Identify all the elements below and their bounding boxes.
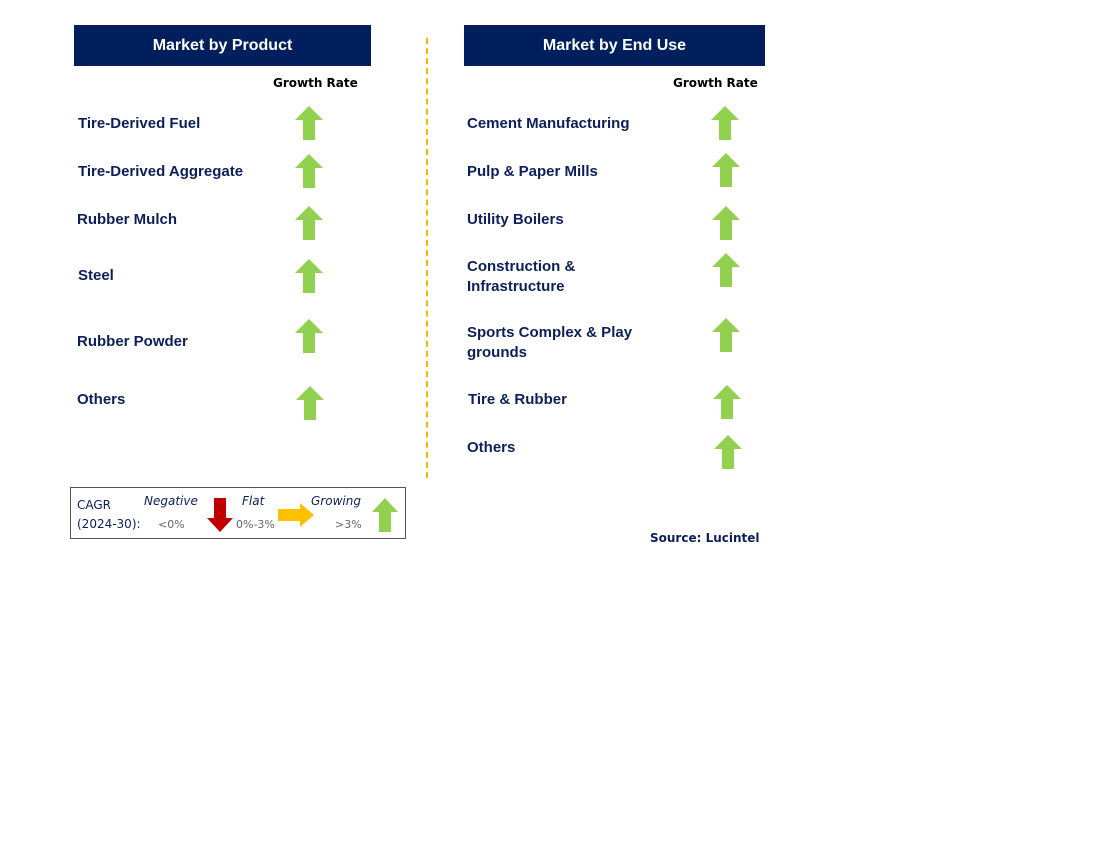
- cagr-legend: CAGR (2024-30): Negative <0% Flat 0%-3% …: [70, 487, 406, 539]
- up-arrow-icon: [295, 206, 323, 240]
- flat-range: 0%-3%: [236, 518, 275, 531]
- product-label: Rubber Powder: [77, 333, 188, 350]
- up-arrow-icon: [712, 253, 740, 287]
- negative-range: <0%: [158, 518, 185, 531]
- growth-rate-header-end-use: Growth Rate: [673, 76, 758, 90]
- end-use-label: Tire & Rubber: [468, 391, 567, 408]
- up-arrow-icon: [295, 106, 323, 140]
- up-arrow-icon: [295, 154, 323, 188]
- up-arrow-icon: [296, 386, 324, 420]
- product-label: Rubber Mulch: [77, 211, 177, 228]
- up-arrow-icon: [372, 498, 398, 532]
- end-use-label: Cement Manufacturing: [467, 115, 630, 132]
- up-arrow-icon: [713, 385, 741, 419]
- market-by-product-header: Market by Product: [74, 25, 371, 66]
- end-use-label: Sports Complex & Play grounds: [467, 324, 633, 361]
- cagr-title: CAGR: [77, 498, 112, 512]
- up-arrow-icon: [711, 106, 739, 140]
- cagr-period: (2024-30):: [77, 517, 141, 531]
- up-arrow-icon: [714, 435, 742, 469]
- right-arrow-icon: [278, 503, 314, 527]
- section-divider: [426, 38, 428, 478]
- product-label: Tire-Derived Aggregate: [78, 163, 244, 180]
- growing-range: >3%: [335, 518, 362, 531]
- product-label: Steel: [78, 267, 114, 284]
- negative-label: Negative: [144, 494, 198, 508]
- source-note: Source: Lucintel: [650, 531, 760, 545]
- growing-label: Growing: [311, 494, 361, 508]
- up-arrow-icon: [295, 319, 323, 353]
- product-label: Tire-Derived Fuel: [78, 115, 201, 132]
- product-label: Others: [77, 391, 126, 408]
- flat-label: Flat: [242, 494, 265, 508]
- up-arrow-icon: [712, 206, 740, 240]
- end-use-label: Pulp & Paper Mills: [467, 163, 598, 180]
- end-use-label: Others: [467, 439, 516, 456]
- end-use-label: Utility Boilers: [467, 211, 564, 228]
- end-use-label: Construction & Infrastructure: [467, 258, 576, 295]
- cagr-label: CAGR (2024-30):: [77, 496, 141, 534]
- up-arrow-icon: [712, 318, 740, 352]
- down-arrow-icon: [207, 498, 233, 532]
- growth-rate-header-product: Growth Rate: [273, 76, 358, 90]
- market-by-end-use-header: Market by End Use: [464, 25, 765, 66]
- up-arrow-icon: [295, 259, 323, 293]
- up-arrow-icon: [712, 153, 740, 187]
